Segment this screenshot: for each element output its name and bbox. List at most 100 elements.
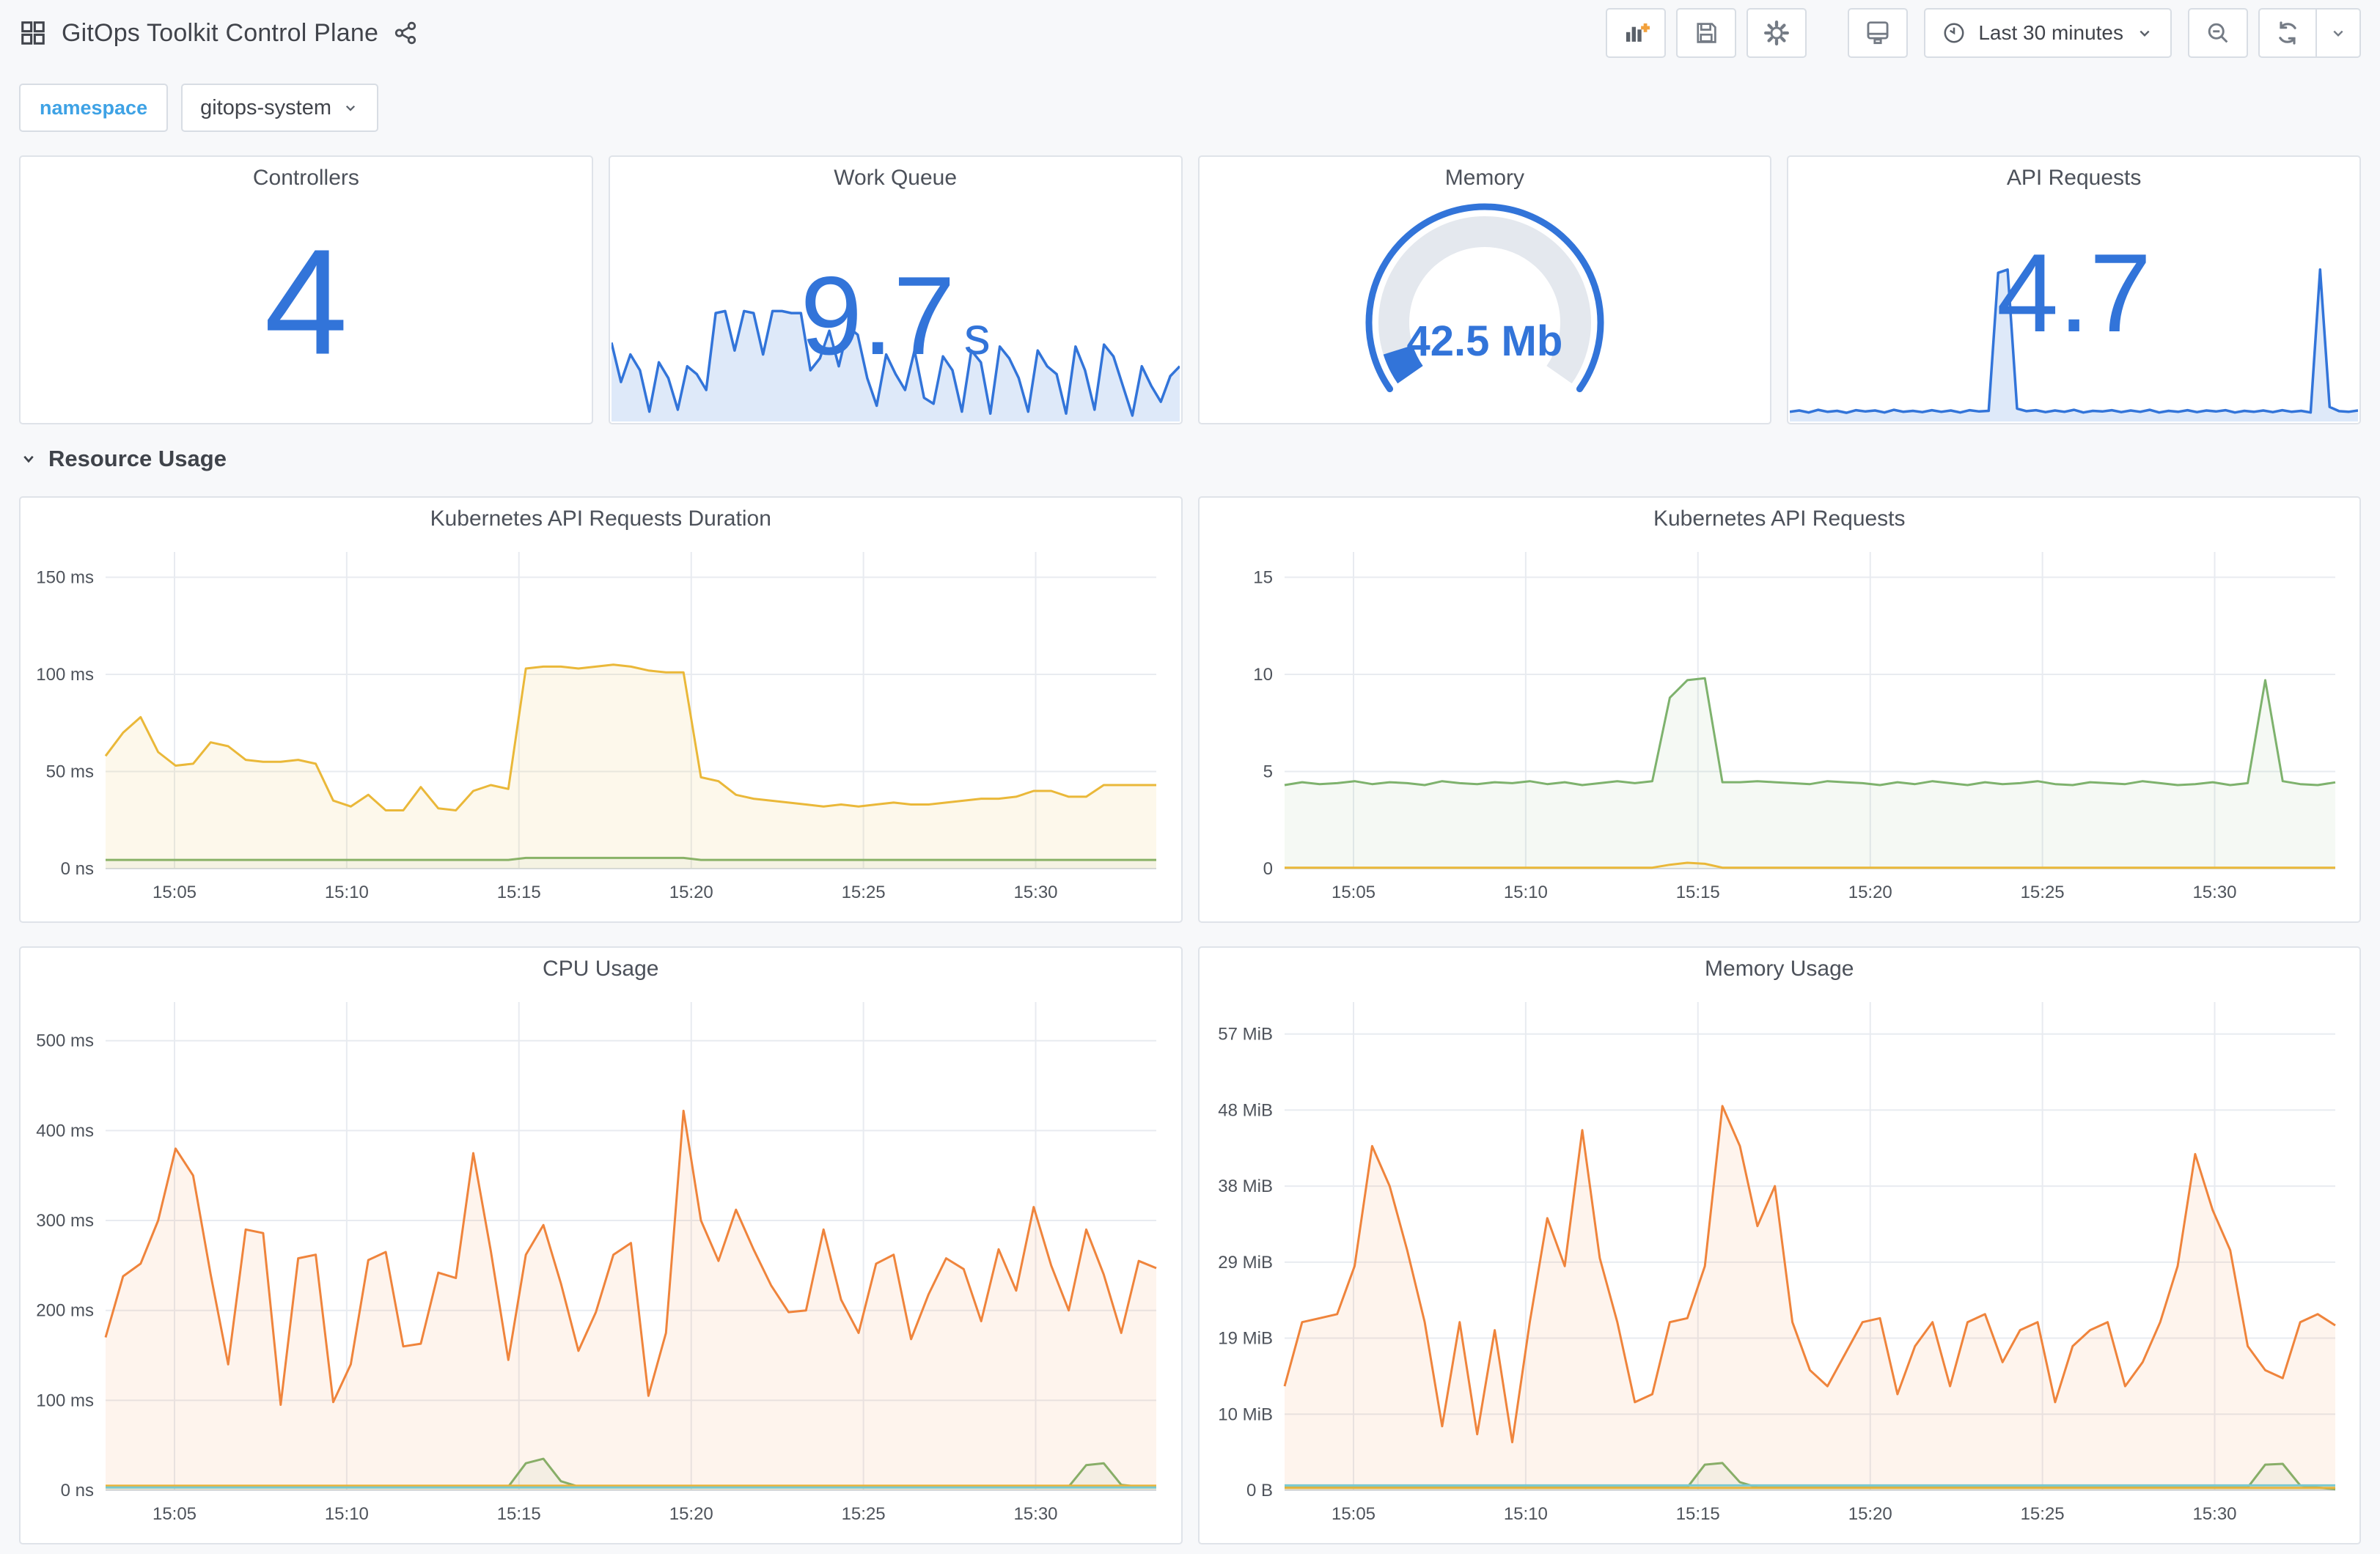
svg-text:15:20: 15:20 [1848,1504,1892,1524]
panel-work-queue: Work Queue 9.7 s [608,155,1183,424]
svg-text:10 MiB: 10 MiB [1218,1404,1273,1424]
legend-header: avgcurrent [1216,1538,2344,1543]
refresh-button[interactable] [2260,10,2315,56]
svg-text:50 ms: 50 ms [46,762,94,781]
svg-text:0 ns: 0 ns [61,1481,94,1500]
svg-text:15:20: 15:20 [669,1504,713,1524]
legend-header: avgcurrent [1216,916,2344,921]
dashboard-settings-button[interactable] [1747,8,1807,58]
timeseries-plot[interactable]: 15:05 15:10 15:15 15:20 15:25 15:30 0 5 10 15 [1205,540,2354,915]
legend-header: avgcurrent [37,916,1165,921]
svg-text:15:25: 15:25 [842,883,886,902]
chart-row-1: Kubernetes API Requests Duration 15:05 15… [19,496,2361,923]
chevron-down-icon [342,99,359,117]
memory-gauge [1200,199,1771,423]
svg-text:38 MiB: 38 MiB [1218,1176,1273,1196]
gauge-value: 42.5 Mb [1406,317,1563,365]
svg-text:15:25: 15:25 [842,1504,886,1524]
chevron-down-icon [2135,23,2154,43]
svg-text:10: 10 [1253,665,1273,685]
chart-row-2: CPU Usage 15:05 15:10 15:15 15:20 15:25 15:30… [19,942,2361,1544]
variable-value: gitops-system [200,95,331,119]
panel-title[interactable]: Kubernetes API Requests [1200,498,2360,540]
legend: avgcurrentP505 ms5 msP9948 ms43 ms [37,916,1165,921]
panel-cpu-usage: CPU Usage 15:05 15:10 15:15 15:20 15:25 15:30… [19,946,1183,1544]
svg-text:29 MiB: 29 MiB [1218,1253,1273,1273]
panel-title[interactable]: Memory Usage [1200,948,2360,990]
add-panel-button[interactable] [1606,8,1667,58]
stat-value: 4 [264,218,348,386]
svg-text:100 ms: 100 ms [36,665,94,685]
panel-title[interactable]: API Requests [1788,157,2359,199]
svg-text:15:30: 15:30 [2192,883,2236,902]
time-range-picker[interactable]: Last 30 minutes [1924,8,2172,58]
dashboard-header: GitOps Toolkit Control Plane Last 30 min… [0,0,2380,66]
monitor-icon [1864,19,1892,47]
svg-text:15: 15 [1253,567,1273,587]
timeseries-plot[interactable]: 15:05 15:10 15:15 15:20 15:25 15:30 0 ns 100 ms… [26,990,1175,1536]
zoom-out-icon [2205,20,2231,46]
svg-text:15:15: 15:15 [1675,1504,1719,1524]
svg-text:15:30: 15:30 [2192,1504,2236,1524]
svg-text:15:15: 15:15 [1675,883,1719,902]
svg-text:15:10: 15:10 [325,883,369,902]
panel-api-requests: API Requests 4.7 [1787,155,2361,424]
svg-text:15:05: 15:05 [1331,883,1375,902]
time-range-label: Last 30 minutes [1978,21,2123,44]
svg-text:150 ms: 150 ms [36,567,94,587]
stat-value: 9.7 [800,253,955,378]
panel-k8s-api-requests-duration: Kubernetes API Requests Duration 15:05 15… [19,496,1183,923]
svg-text:5: 5 [1263,762,1272,781]
timeseries-plot[interactable]: 15:05 15:10 15:15 15:20 15:25 15:30 0 ns 50 ms 1… [26,540,1175,915]
svg-text:15:25: 15:25 [2020,883,2064,902]
svg-text:300 ms: 300 ms [36,1211,94,1231]
timeseries-plot[interactable]: 15:05 15:10 15:15 15:20 15:25 15:30 0 B 10 MiB 1… [1205,990,2354,1536]
svg-text:0 ns: 0 ns [61,859,94,879]
legend: avgcurrenthelm-controller-57f9b56bbf-k24… [1216,1538,2344,1543]
refresh-icon [2274,20,2301,46]
share-icon[interactable] [393,21,418,45]
panel-k8s-api-requests: Kubernetes API Requests 15:05 15:10 15:15 1… [1197,496,2361,923]
section-title: Resource Usage [48,446,227,471]
stat-body: 9.7 s [610,199,1181,423]
dashboard-grid-icon [19,19,47,47]
variable-value-dropdown[interactable]: gitops-system [181,84,378,132]
panel-controllers: Controllers 4 [19,155,593,424]
svg-text:15:10: 15:10 [1503,883,1547,902]
stat-value: 4.7 [1996,231,2152,356]
svg-text:57 MiB: 57 MiB [1218,1025,1273,1045]
zoom-out-button[interactable] [2188,8,2248,58]
stat-body: 4.7 [1788,199,2359,423]
legend-header: avgcurrent [37,1538,1165,1543]
panel-title[interactable]: Kubernetes API Requests Duration [21,498,1181,540]
cycle-view-button[interactable] [1848,8,1909,58]
save-dashboard-button[interactable] [1676,8,1737,58]
svg-text:15:30: 15:30 [1013,1504,1057,1524]
svg-text:200 ms: 200 ms [36,1301,94,1321]
svg-text:15:05: 15:05 [1331,1504,1375,1524]
svg-text:400 ms: 400 ms [36,1121,94,1141]
svg-text:15:10: 15:10 [1503,1504,1547,1524]
panel-memory-usage: Memory Usage 15:05 15:10 15:15 15:20 15:25 15… [1197,946,2361,1544]
variable-bar: namespace gitops-system [19,84,2361,132]
svg-text:100 ms: 100 ms [36,1391,94,1410]
svg-text:15:20: 15:20 [669,883,713,902]
svg-text:500 ms: 500 ms [36,1031,94,1051]
stat-unit: s [963,306,991,366]
panel-title[interactable]: Memory [1200,157,1771,199]
svg-text:15:30: 15:30 [1013,883,1057,902]
svg-text:0 B: 0 B [1246,1481,1272,1500]
svg-text:19 MiB: 19 MiB [1218,1329,1273,1349]
panel-title[interactable]: CPU Usage [21,948,1181,990]
svg-text:15:20: 15:20 [1848,883,1892,902]
svg-text:48 MiB: 48 MiB [1218,1100,1273,1120]
svg-text:15:15: 15:15 [497,883,541,902]
variable-label-namespace: namespace [19,84,169,132]
refresh-interval-button[interactable] [2315,10,2359,56]
panel-title[interactable]: Work Queue [610,157,1181,199]
section-resource-usage[interactable]: Resource Usage [19,441,2361,477]
refresh-button-group [2258,8,2361,58]
panel-title[interactable]: Controllers [21,157,592,199]
chevron-down-icon [2329,23,2348,43]
save-icon [1693,20,1719,46]
